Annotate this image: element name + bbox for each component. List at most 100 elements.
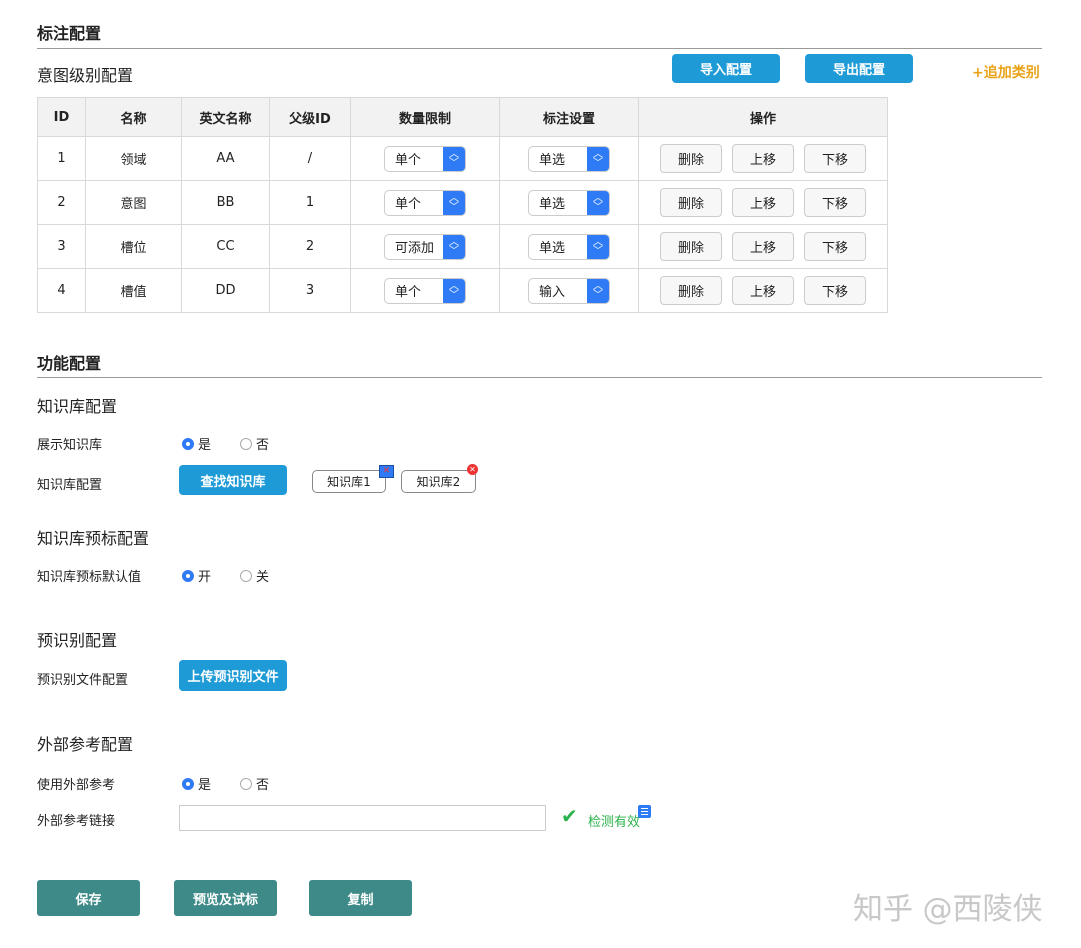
col-header-name: 名称 (85, 97, 182, 137)
annotation-config-title: 标注配置 (37, 24, 102, 43)
annotation-setting-select[interactable]: 单选 ︿ ﹀ (528, 233, 610, 260)
upload-pre-recognition-button[interactable]: 上传预识别文件 (179, 660, 287, 691)
export-config-button[interactable]: 导出配置 (805, 54, 913, 83)
cell-parent-id: 2 (269, 224, 351, 269)
cell-english-name: CC (181, 224, 270, 269)
move-down-button[interactable]: 下移 (804, 144, 866, 173)
external-ref-link-label: 外部参考链接 (37, 814, 116, 829)
show-kb-yes-radio[interactable]: 是 (182, 434, 211, 453)
use-external-yes-radio[interactable]: 是 (182, 774, 211, 793)
table-header-row: ID 名称 英文名称 父级ID 数量限制 标注设置 操作 (37, 97, 888, 137)
quantity-limit-select[interactable]: 单个 ︿ ﹀ (384, 189, 466, 216)
table-row: 1 领域 AA / 单个 ︿ ﹀ 单选 ︿ ﹀ 删除 上移 下移 (37, 136, 888, 181)
annotation-setting-select[interactable]: 单选 ︿ ﹀ (528, 145, 610, 172)
section-divider (37, 48, 1042, 49)
cell-parent-id: 3 (269, 268, 351, 313)
chevron-updown-icon: ︿ ﹀ (443, 146, 465, 171)
find-kb-button[interactable]: 查找知识库 (179, 465, 287, 495)
watermark: 知乎 @西陵侠 (853, 892, 1043, 927)
use-external-no-radio[interactable]: 否 (240, 774, 269, 793)
delete-button[interactable]: 删除 (660, 232, 722, 261)
kb-prelabel-title: 知识库预标配置 (37, 529, 150, 548)
section-divider (37, 377, 1042, 378)
intent-level-title: 意图级别配置 (37, 66, 134, 85)
quantity-limit-select[interactable]: 单个 ︿ ﹀ (384, 277, 466, 304)
move-up-button[interactable]: 上移 (732, 144, 794, 173)
chevron-updown-icon: ︿ ﹀ (443, 278, 465, 303)
col-header-quantity-limit: 数量限制 (350, 97, 500, 137)
external-ref-title: 外部参考配置 (37, 735, 134, 754)
cell-name: 领域 (85, 136, 182, 181)
annotation-setting-select[interactable]: 输入 ︿ ﹀ (528, 277, 610, 304)
table-row: 4 槽值 DD 3 单个 ︿ ﹀ 输入 ︿ ﹀ 删除 上移 下移 (37, 268, 888, 313)
delete-button[interactable]: 删除 (660, 276, 722, 305)
radio-unselected-icon (240, 437, 252, 450)
pre-recognition-file-label: 预识别文件配置 (37, 673, 129, 688)
cell-parent-id: / (269, 136, 351, 181)
note-icon[interactable] (638, 805, 651, 818)
col-header-parent-id: 父级ID (269, 97, 351, 137)
external-ref-link-input[interactable] (179, 805, 546, 831)
remove-tag-icon[interactable]: ✕ (467, 464, 478, 475)
chevron-updown-icon: ︿ ﹀ (443, 190, 465, 215)
cell-parent-id: 1 (269, 180, 351, 225)
annotation-setting-select[interactable]: 单选 ︿ ﹀ (528, 189, 610, 216)
radio-selected-icon (182, 437, 194, 450)
cell-english-name: DD (181, 268, 270, 313)
move-up-button[interactable]: 上移 (732, 276, 794, 305)
kb-tag[interactable]: 知识库1 (312, 470, 386, 493)
move-up-button[interactable]: 上移 (732, 232, 794, 261)
kb-prelabel-default-label: 知识库预标默认值 (37, 570, 142, 585)
col-header-annotation-setting: 标注设置 (499, 97, 639, 137)
move-down-button[interactable]: 下移 (804, 276, 866, 305)
checkmark-icon: ✔ (561, 804, 578, 828)
use-external-ref-label: 使用外部参考 (37, 778, 116, 793)
prelabel-off-radio[interactable]: 关 (240, 566, 269, 585)
remove-tag-icon[interactable]: ✕ (379, 465, 394, 478)
col-header-id: ID (37, 97, 86, 137)
table-row: 2 意图 BB 1 单个 ︿ ﹀ 单选 ︿ ﹀ 删除 上移 下移 (37, 180, 888, 225)
copy-button[interactable]: 复制 (309, 880, 412, 916)
intent-table: ID 名称 英文名称 父级ID 数量限制 标注设置 操作 1 领域 AA / 单… (37, 97, 888, 313)
move-up-button[interactable]: 上移 (732, 188, 794, 217)
radio-selected-icon (182, 569, 194, 582)
prelabel-on-radio[interactable]: 开 (182, 566, 211, 585)
cell-id: 3 (37, 224, 86, 269)
delete-button[interactable]: 删除 (660, 188, 722, 217)
col-header-english-name: 英文名称 (181, 97, 270, 137)
pre-recognition-title: 预识别配置 (37, 631, 118, 650)
kb-tag[interactable]: 知识库2 (401, 470, 476, 493)
validity-status-text: 检测有效 (588, 815, 641, 830)
chevron-updown-icon: ︿ ﹀ (587, 190, 609, 215)
move-down-button[interactable]: 下移 (804, 188, 866, 217)
add-category-link[interactable]: +追加类别 (972, 62, 1040, 82)
radio-selected-icon (182, 777, 194, 790)
chevron-updown-icon: ︿ ﹀ (587, 278, 609, 303)
show-kb-no-radio[interactable]: 否 (240, 434, 269, 453)
cell-id: 4 (37, 268, 86, 313)
cell-name: 意图 (85, 180, 182, 225)
cell-id: 1 (37, 136, 86, 181)
save-button[interactable]: 保存 (37, 880, 140, 916)
cell-name: 槽位 (85, 224, 182, 269)
quantity-limit-select[interactable]: 单个 ︿ ﹀ (384, 145, 466, 172)
chevron-updown-icon: ︿ ﹀ (587, 146, 609, 171)
move-down-button[interactable]: 下移 (804, 232, 866, 261)
chevron-updown-icon: ︿ ﹀ (587, 234, 609, 259)
table-row: 3 槽位 CC 2 可添加 ︿ ﹀ 单选 ︿ ﹀ 删除 上移 下移 (37, 224, 888, 269)
radio-unselected-icon (240, 777, 252, 790)
quantity-limit-select[interactable]: 可添加 ︿ ﹀ (384, 233, 466, 260)
delete-button[interactable]: 删除 (660, 144, 722, 173)
kb-config-label: 知识库配置 (37, 478, 103, 493)
preview-trial-button[interactable]: 预览及试标 (174, 880, 277, 916)
feature-config-title: 功能配置 (37, 354, 102, 373)
show-kb-label: 展示知识库 (37, 438, 103, 453)
chevron-updown-icon: ︿ ﹀ (443, 234, 465, 259)
cell-english-name: BB (181, 180, 270, 225)
radio-unselected-icon (240, 569, 252, 582)
import-config-button[interactable]: 导入配置 (672, 54, 780, 83)
cell-id: 2 (37, 180, 86, 225)
cell-name: 槽值 (85, 268, 182, 313)
cell-english-name: AA (181, 136, 270, 181)
kb-config-title: 知识库配置 (37, 397, 118, 416)
